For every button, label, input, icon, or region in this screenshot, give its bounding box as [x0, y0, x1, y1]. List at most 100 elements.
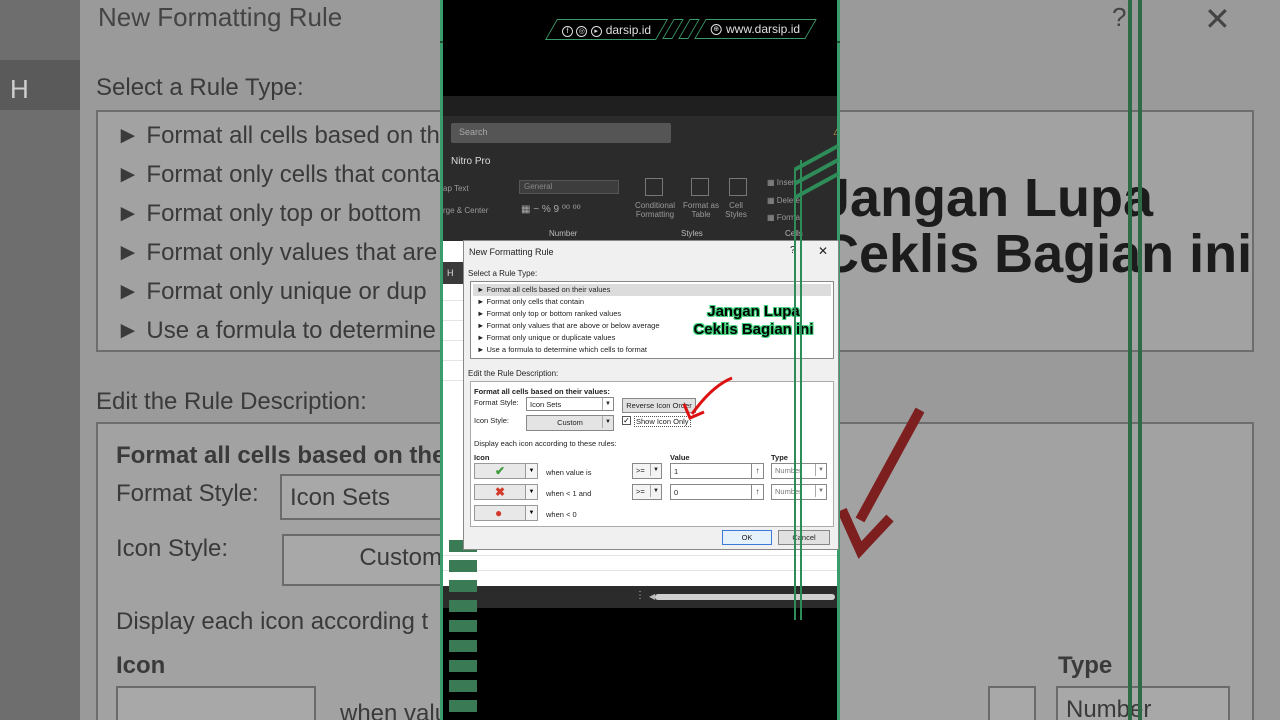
conditional-formatting-icon[interactable]: [645, 178, 663, 196]
bg-rule-item: ► Use a formula to determine: [116, 317, 436, 344]
styles-group-label: Styles: [681, 229, 703, 238]
ok-button[interactable]: OK: [722, 530, 772, 545]
deco-rule: [440, 41, 840, 43]
format-as-table-icon[interactable]: [691, 178, 709, 196]
format-button[interactable]: ▦ Format: [767, 213, 802, 222]
number-format-select[interactable]: General: [519, 180, 619, 194]
condition-label-3: when < 0: [546, 510, 577, 519]
bg-select-rule-label: Select a Rule Type:: [96, 74, 304, 101]
bg-format-all-heading: Format all cells based on the: [116, 442, 446, 469]
tab-nitro-pro[interactable]: Nitro Pro: [451, 156, 490, 167]
cancel-button[interactable]: Cancel: [778, 530, 830, 545]
icon-style-label: Icon Style:: [474, 416, 510, 425]
range-picker-icon[interactable]: ↑: [751, 464, 763, 478]
select-rule-type-label: Select a Rule Type:: [468, 269, 538, 278]
condition-label-2: when < 1 and: [546, 489, 592, 498]
operator-select-1[interactable]: >= ▼: [632, 463, 662, 479]
website-url: www.darsip.id: [726, 22, 801, 36]
chevron-down-icon: ▼: [602, 398, 613, 410]
reminder-caption: Jangan Lupa Ceklis Bagian ini: [693, 303, 814, 338]
bg-rule-item: ► Format only unique or dup: [116, 278, 427, 305]
bg-rule-item: ► Format all cells based on th: [116, 122, 440, 149]
merge-center-button[interactable]: rge & Center: [443, 206, 488, 215]
close-icon[interactable]: ✕: [818, 244, 828, 258]
number-group-label: Number: [549, 229, 578, 238]
icon-style-select[interactable]: Custom ▼: [526, 415, 614, 431]
bg-icon-col-label: Icon: [116, 652, 166, 679]
bg-rule-item: ► Format only values that are: [116, 239, 438, 266]
deco-bar: [449, 640, 477, 652]
operator-select-2[interactable]: >= ▼: [632, 484, 662, 500]
deco-bar: [449, 580, 477, 592]
new-formatting-rule-dialog: New Formatting Rule ? ✕ Select a Rule Ty…: [463, 240, 839, 550]
rule-type-item-formula[interactable]: ► Use a formula to determine which cells…: [473, 344, 831, 356]
bg-deco-line: [1138, 0, 1142, 720]
type-column-header: Type: [771, 453, 788, 462]
bg-dialog-title: New Formatting Rule: [98, 2, 343, 32]
deco-stripes-icon: [794, 144, 839, 200]
insert-button[interactable]: ▦ Insert: [767, 178, 797, 187]
instagram-icon: ◎: [576, 25, 588, 37]
range-picker-icon[interactable]: ↑: [751, 485, 763, 499]
facebook-icon: f: [562, 25, 573, 37]
bg-spin-up: [988, 686, 1036, 720]
icon-select-1[interactable]: ✔ ▼: [474, 463, 538, 479]
bg-column-header: H: [0, 60, 80, 110]
social-handle-pill: f ◎ ▸ darsip.id: [544, 18, 669, 40]
type-select-1[interactable]: Number ▼: [771, 463, 827, 479]
bg-icon-style-label: Icon Style:: [116, 535, 229, 562]
bg-when-label: when valu: [340, 700, 449, 720]
video-frame: H New Formatting Rule ? ✕ Select a Rule …: [0, 0, 1280, 720]
chevron-down-icon: ▼: [525, 464, 537, 478]
search-input[interactable]: Search: [451, 123, 671, 143]
icon-select-2[interactable]: ✖ ▼: [474, 484, 538, 500]
deco-bar: [449, 620, 477, 632]
number-format-buttons[interactable]: ▦ ~ % 9 ⁰⁰ ⁰⁰: [521, 204, 581, 215]
bg-rule-item: ► Format only cells that conta: [116, 161, 440, 188]
format-as-table-button[interactable]: Format as Table: [683, 201, 719, 219]
scroll-handle-dots-icon[interactable]: ⋮: [635, 590, 645, 601]
chevron-down-icon: ▼: [815, 485, 826, 497]
bg-format-style-field: Icon Sets: [280, 474, 450, 520]
conditional-formatting-button[interactable]: Conditional Formatting: [633, 201, 677, 219]
chevron-down-icon: ▼: [525, 485, 537, 499]
show-icon-only-checkbox[interactable]: ✓: [622, 416, 631, 425]
cell-styles-button[interactable]: Cell Styles: [721, 201, 751, 219]
display-rules-label: Display each icon according to these rul…: [474, 439, 617, 448]
value-input-1[interactable]: 1 ↑: [670, 463, 764, 479]
wrap-text-button[interactable]: ap Text: [443, 184, 469, 193]
chevron-down-icon: ▼: [650, 464, 661, 476]
bg-display-each-label: Display each icon according t: [116, 608, 429, 635]
bg-edit-desc-label: Edit the Rule Description:: [96, 388, 367, 415]
globe-icon: ⊕: [711, 23, 723, 35]
edit-rule-description-label: Edit the Rule Description:: [468, 369, 559, 378]
grid-line: [443, 570, 837, 571]
bg-icon-combo: [116, 686, 316, 720]
warning-icon: ⚠: [833, 127, 837, 138]
ribbon-title-bar: [443, 96, 837, 116]
rule-type-item-all-cells[interactable]: ► Format all cells based on their values: [473, 284, 831, 296]
type-select-2[interactable]: Number ▼: [771, 484, 827, 500]
chevron-down-icon: ▼: [650, 485, 661, 497]
icon-column-header: Icon: [474, 453, 490, 462]
scroll-thumb[interactable]: [655, 594, 835, 600]
bg-deco-line: [1128, 0, 1132, 720]
deco-bar: [449, 660, 477, 672]
bg-close-icon: ✕: [1204, 1, 1231, 37]
format-style-select[interactable]: Icon Sets ▼: [526, 397, 614, 411]
deco-line: [794, 170, 796, 620]
value-input-2[interactable]: 0 ↑: [670, 484, 764, 500]
youtube-icon: ▸: [590, 25, 602, 37]
cell-styles-icon[interactable]: [729, 178, 747, 196]
cross-icon: ✖: [495, 485, 506, 499]
bg-icon-style-field: Custom: [282, 534, 452, 586]
deco-bar: [449, 700, 477, 712]
condition-label-1: when value is: [546, 468, 592, 477]
bg-type-field: Number: [1056, 686, 1230, 720]
deco-bar: [449, 680, 477, 692]
icon-select-3[interactable]: ● ▼: [474, 505, 538, 521]
red-circle-icon: ●: [495, 506, 503, 520]
format-all-heading: Format all cells based on their values:: [474, 387, 610, 396]
social-handle: darsip.id: [605, 22, 652, 36]
bg-format-style-label: Format Style:: [116, 480, 259, 507]
